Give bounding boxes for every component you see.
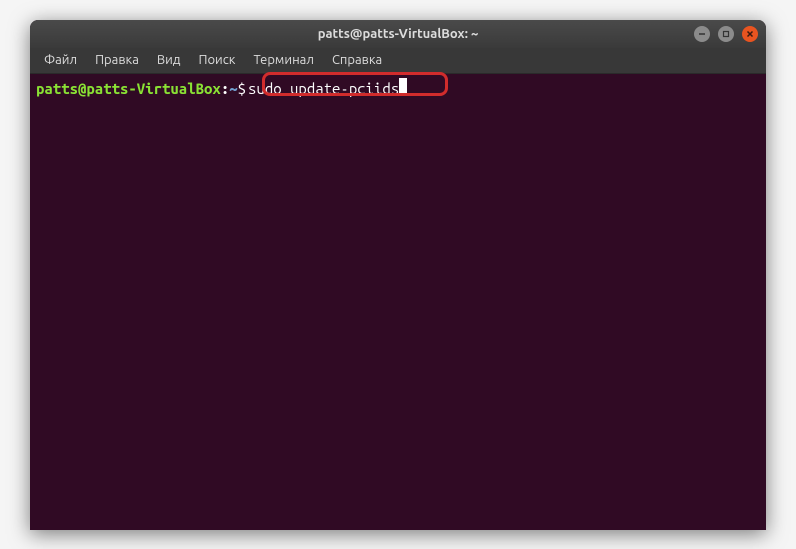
- menu-terminal[interactable]: Терминал: [245, 50, 321, 70]
- command-text: sudo update-pciids: [248, 79, 399, 99]
- menubar: Файл Правка Вид Поиск Терминал Справка: [30, 48, 766, 74]
- terminal-body[interactable]: patts@patts-VirtualBox:~$ sudo update-pc…: [30, 74, 766, 530]
- menu-view[interactable]: Вид: [149, 50, 189, 70]
- prompt-user-host: patts@patts-VirtualBox: [36, 79, 221, 99]
- menu-edit[interactable]: Правка: [87, 50, 147, 70]
- terminal-window: patts@patts-VirtualBox: ~ Файл Правка Ви…: [30, 20, 766, 530]
- prompt-symbol: $: [238, 79, 246, 99]
- window-controls: [694, 26, 758, 42]
- close-button[interactable]: [742, 26, 758, 42]
- menu-file[interactable]: Файл: [36, 50, 85, 70]
- menu-help[interactable]: Справка: [324, 50, 390, 70]
- prompt-path: ~: [229, 79, 237, 99]
- window-title: patts@patts-VirtualBox: ~: [318, 27, 479, 41]
- prompt-colon: :: [221, 79, 229, 99]
- maximize-button[interactable]: [718, 26, 734, 42]
- cursor-icon: [399, 78, 407, 94]
- titlebar[interactable]: patts@patts-VirtualBox: ~: [30, 20, 766, 48]
- menu-search[interactable]: Поиск: [190, 50, 243, 70]
- prompt-line: patts@patts-VirtualBox:~$ sudo update-pc…: [36, 78, 760, 99]
- minimize-button[interactable]: [694, 26, 710, 42]
